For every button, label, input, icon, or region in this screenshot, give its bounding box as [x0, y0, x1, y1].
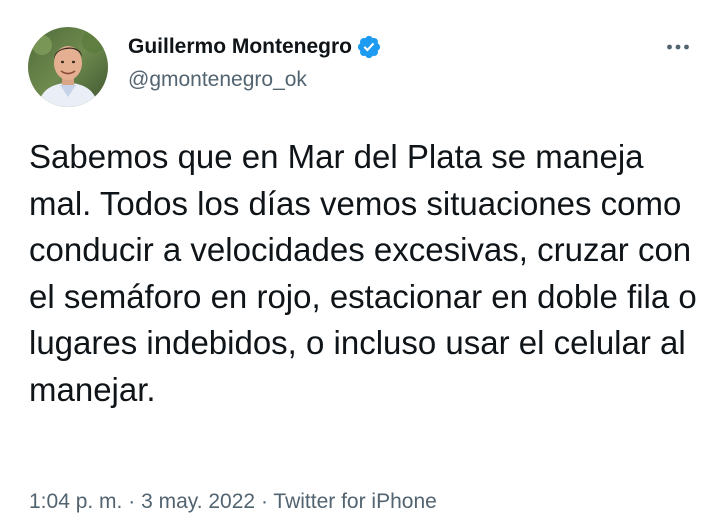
tweet-source[interactable]: Twitter for iPhone [273, 490, 436, 513]
separator-dot: · [128, 490, 136, 513]
tweet-metadata: 1:04 p. m. · 3 may. 2022 · Twitter for i… [29, 490, 437, 514]
more-options-button[interactable] [662, 33, 694, 61]
tweet-card: Guillermo Montenegro @gmontenegro_ok Sab… [0, 0, 720, 523]
more-horizontal-icon [667, 44, 689, 50]
meta-separator: · [128, 490, 141, 513]
tweet-text: Sabemos que en Mar del Plata se maneja m… [29, 138, 697, 408]
meta-separator: · [261, 490, 273, 513]
author-handle[interactable]: @gmontenegro_ok [128, 68, 307, 92]
author-name-text: Guillermo Montenegro [128, 35, 353, 58]
profile-photo [28, 27, 108, 107]
separator-dot: · [260, 490, 268, 513]
verified-badge-icon [356, 34, 382, 60]
author-avatar[interactable] [28, 27, 108, 107]
tweet-time[interactable]: 1:04 p. m. [29, 490, 122, 513]
author-name[interactable]: Guillermo Montenegro [128, 34, 382, 60]
tweet-date[interactable]: 3 may. 2022 [141, 490, 255, 513]
